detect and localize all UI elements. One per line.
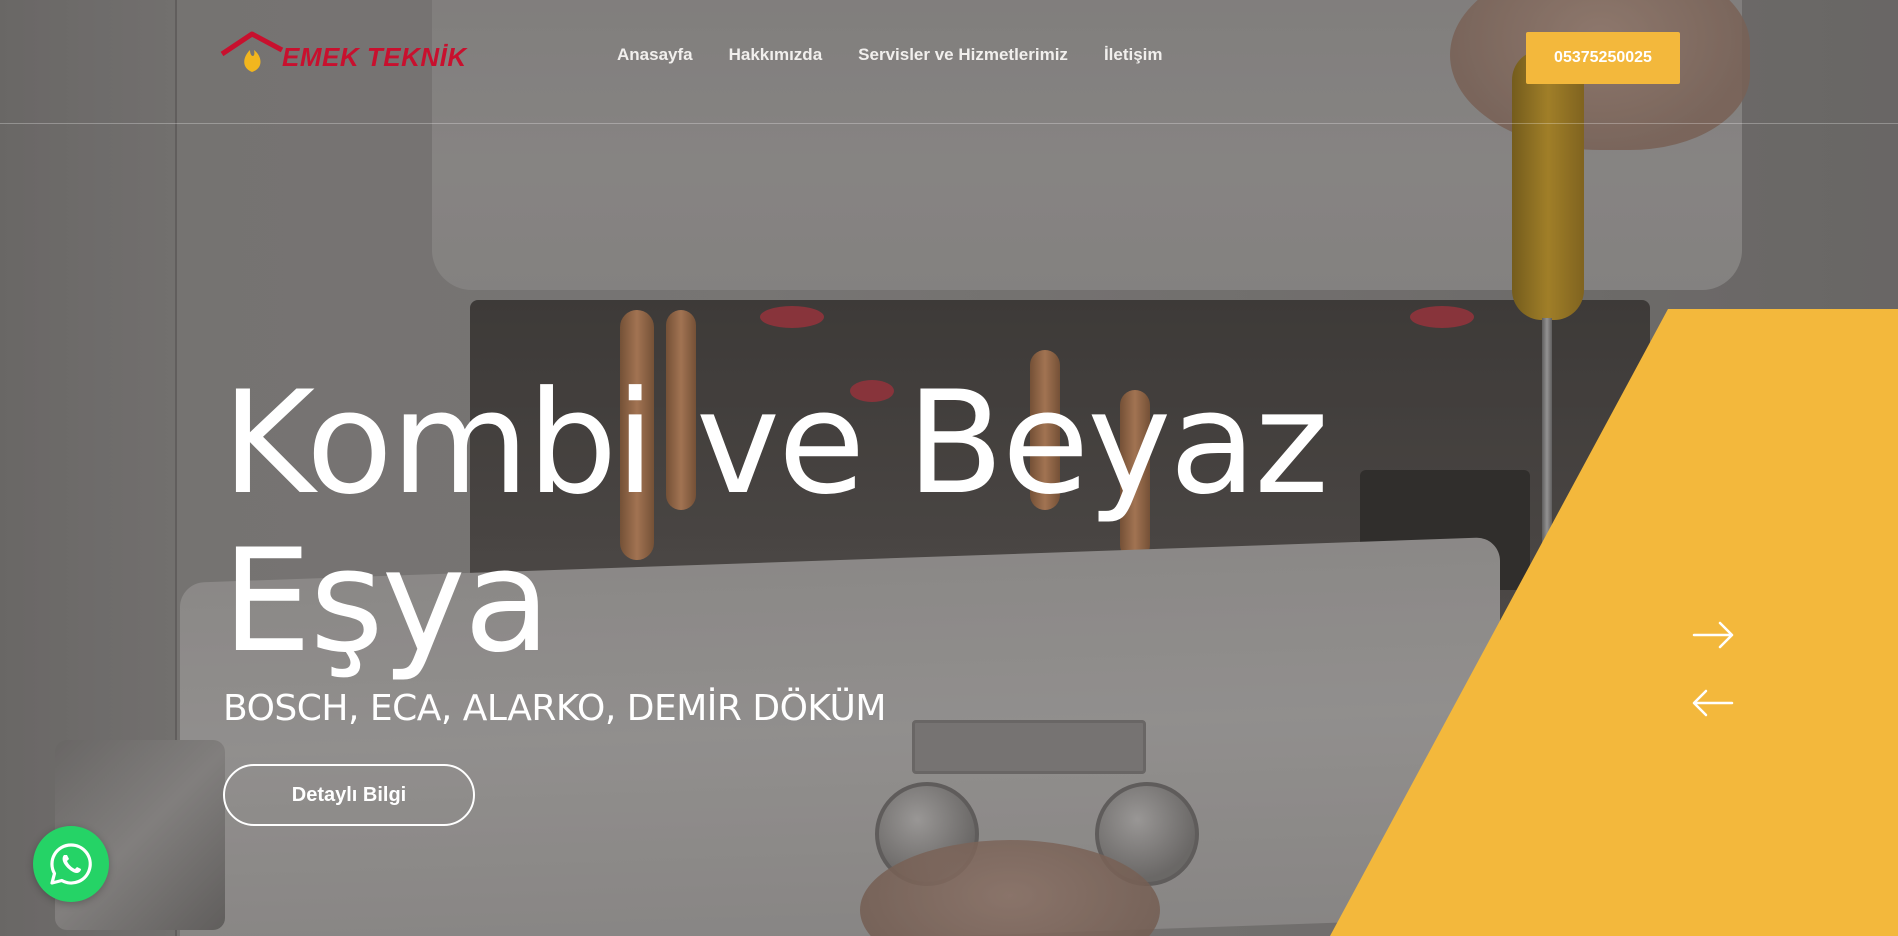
brand-name: EMEK TEKNİK bbox=[282, 42, 467, 72]
site-header: EMEK TEKNİK Anasayfa Hakkımızda Servisle… bbox=[0, 0, 1898, 124]
nav-item-home[interactable]: Anasayfa bbox=[617, 45, 693, 65]
brand-logo[interactable]: EMEK TEKNİK bbox=[220, 28, 467, 80]
slider-next-button[interactable] bbox=[1692, 620, 1736, 650]
whatsapp-icon bbox=[50, 843, 92, 885]
details-button[interactable]: Detaylı Bilgi bbox=[223, 764, 475, 826]
arrow-left-icon bbox=[1692, 689, 1734, 717]
phone-call-button[interactable]: 05375250025 bbox=[1526, 32, 1680, 84]
nav-item-contact[interactable]: İletişim bbox=[1104, 45, 1163, 65]
arrow-right-icon bbox=[1692, 621, 1734, 649]
slider-prev-button[interactable] bbox=[1690, 688, 1734, 718]
house-flame-icon bbox=[220, 31, 284, 72]
hero-title: Kombi ve Beyaz Eşya Teknik Servis bbox=[222, 365, 1329, 685]
whatsapp-button[interactable] bbox=[33, 826, 109, 902]
nav-item-services[interactable]: Servisler ve Hizmetlerimiz bbox=[858, 45, 1068, 65]
hero-subtitle: BOSCH, ECA, ALARKO, DEMİR DÖKÜM bbox=[223, 688, 886, 729]
main-navigation: Anasayfa Hakkımızda Servisler ve Hizmetl… bbox=[617, 45, 1163, 65]
nav-item-about[interactable]: Hakkımızda bbox=[729, 45, 823, 65]
